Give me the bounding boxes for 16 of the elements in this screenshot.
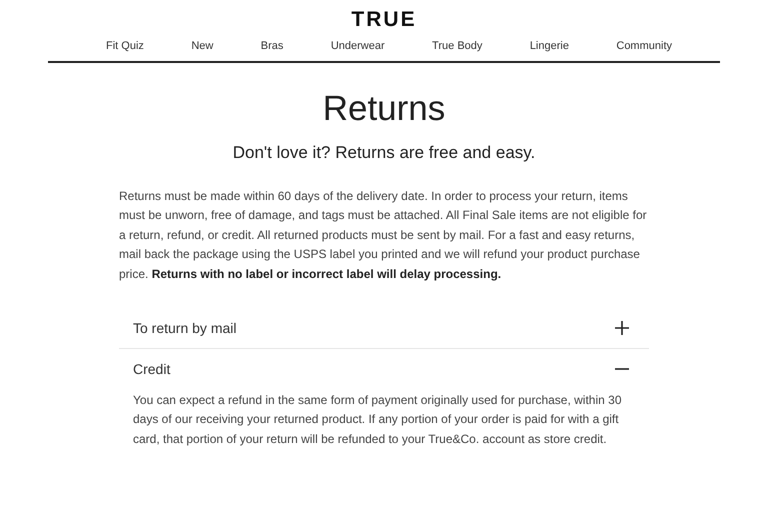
nav-link[interactable]: Fit Quiz <box>106 40 144 52</box>
page-title: Returns <box>322 88 446 130</box>
nav-link[interactable]: Community <box>616 40 672 52</box>
logo[interactable]: TRUE <box>351 9 417 31</box>
nav-link[interactable]: Underwear <box>330 40 385 52</box>
accordion-text: You can expect a refund in the same form of payment originally used for purchase, within 30 days of our receiving your returned product. If any portion of your order is paid for with a gift card, that portion of your return will be refunded to your True&Co. account as store credit. <box>132 392 623 448</box>
plus-icon <box>615 321 629 336</box>
accordion-header[interactable]: To return by mail <box>119 308 649 348</box>
minus-icon <box>615 368 629 370</box>
page-subtitle: Don't love it? Returns are free and easy. <box>232 143 536 163</box>
nav-link[interactable]: Lingerie <box>530 40 569 52</box>
returns-policy-text: Returns must be made within 60 days of the delivery date. In order to process your return, items must be unworn, free of damage, and tags must be attached. All Final Sale items are not eligible for a return, refund, or credit. All returned products must be sent by mail. For a fast and easy returns, mail back the package using the USPS label you printed and we will refund your product purchase price. Returns with no label or incorrect label will delay processing. <box>119 188 648 283</box>
nav-link[interactable]: New <box>191 40 214 52</box>
nav-link[interactable]: Bras <box>260 40 284 52</box>
accordion-header[interactable]: Credit <box>119 349 649 390</box>
nav-link[interactable]: True Body <box>432 40 482 52</box>
